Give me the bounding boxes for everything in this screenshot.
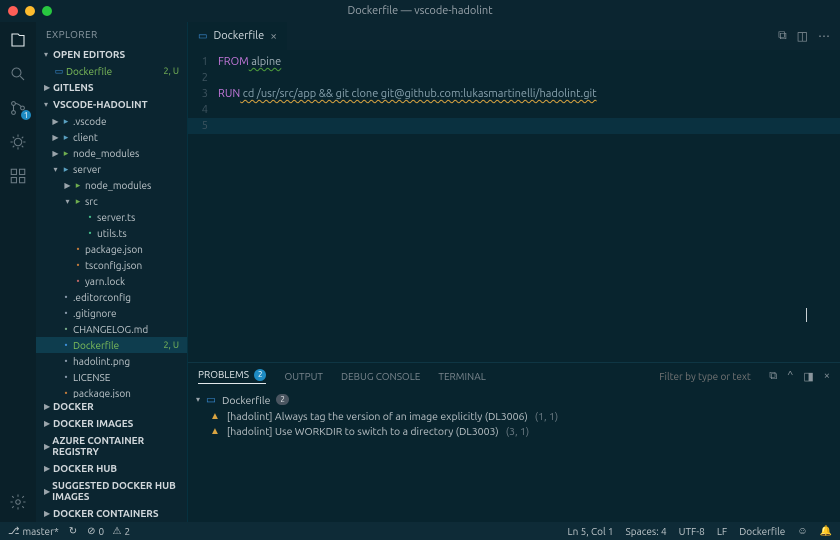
sidebar-title: EXPLORER: [36, 22, 187, 46]
tab-label: Dockerfile: [213, 30, 264, 42]
tree-folder[interactable]: ▾▸server: [36, 161, 187, 177]
settings-gear-icon[interactable]: [8, 492, 28, 512]
minimize-window-button[interactable]: [25, 6, 35, 16]
status-lncol[interactable]: Ln 5, Col 1: [568, 525, 614, 537]
status-feedback-icon[interactable]: ☺: [797, 525, 807, 537]
tree-file[interactable]: ▶•Dockerfile2, U: [36, 337, 187, 353]
panel-tab-debug[interactable]: DEBUG CONSOLE: [341, 371, 420, 382]
editor-area: ▭ Dockerfile × ⧉ ◫ ⋯ 1FROM alpine 2 3RUN…: [188, 22, 840, 522]
section-docker-images[interactable]: ▶DOCKER IMAGES: [36, 415, 187, 432]
open-editor-item[interactable]: ▭Dockerfile2, U: [36, 63, 187, 79]
tree-file[interactable]: ▶•package.json: [36, 241, 187, 257]
section-project[interactable]: ▾VSCODE-HADOLINT: [36, 96, 187, 113]
editor-tabs: ▭ Dockerfile × ⧉ ◫ ⋯: [188, 22, 840, 50]
status-problems[interactable]: ⊘0 ⚠2: [87, 525, 130, 537]
explorer-tab-icon[interactable]: [8, 30, 28, 50]
tree-file[interactable]: ▶•hadolint.png: [36, 353, 187, 369]
split-editor-icon[interactable]: ◫: [797, 29, 808, 43]
panel-tabs: PROBLEMS2 OUTPUT DEBUG CONSOLE TERMINAL …: [188, 363, 840, 389]
tree-folder[interactable]: ▶▸.vscode: [36, 113, 187, 129]
problems-list: ▾▭ Dockerfile2 ▲ [hadolint] Always tag t…: [188, 389, 840, 440]
panel-tab-output[interactable]: OUTPUT: [284, 371, 323, 382]
branch-icon: ⎇: [8, 525, 20, 537]
activity-bar: 1: [0, 22, 36, 522]
panel-tab-problems[interactable]: PROBLEMS2: [198, 369, 266, 384]
tree-folder[interactable]: ▾▸src: [36, 193, 187, 209]
window-controls: [8, 6, 52, 16]
tab-dockerfile[interactable]: ▭ Dockerfile ×: [188, 22, 288, 50]
close-tab-icon[interactable]: ×: [270, 30, 277, 43]
window-title: Dockerfile — vscode-hadolint: [347, 5, 492, 17]
tree-file[interactable]: ▶•server.ts: [36, 209, 187, 225]
tree-file[interactable]: ▶•tsconfig.json: [36, 257, 187, 273]
problem-item[interactable]: ▲ [hadolint] Use WORKDIR to switch to a …: [196, 423, 832, 438]
status-sync[interactable]: ↻: [69, 525, 77, 537]
section-gitlens[interactable]: ▶GITLENS: [36, 79, 187, 96]
tree-file[interactable]: ▶•yarn.lock: [36, 273, 187, 289]
problem-item[interactable]: ▲ [hadolint] Always tag the version of a…: [196, 408, 832, 423]
tree-folder[interactable]: ▶▸node_modules: [36, 145, 187, 161]
split-preview-icon[interactable]: ⧉: [778, 29, 787, 43]
panel-tab-terminal[interactable]: TERMINAL: [438, 371, 485, 382]
section-docker[interactable]: ▶DOCKER: [36, 398, 187, 415]
bottom-panel: PROBLEMS2 OUTPUT DEBUG CONSOLE TERMINAL …: [188, 362, 840, 522]
warning-icon: ▲: [210, 425, 220, 437]
extensions-tab-icon[interactable]: [8, 166, 28, 186]
problems-filter-input[interactable]: [659, 371, 759, 382]
tab-actions: ⧉ ◫ ⋯: [778, 22, 840, 50]
status-spaces[interactable]: Spaces: 4: [626, 525, 667, 537]
code-editor[interactable]: 1FROM alpine 2 3RUN cd /usr/src/app && g…: [188, 50, 840, 362]
error-icon: ⊘: [87, 525, 95, 537]
status-encoding[interactable]: UTF-8: [679, 525, 705, 537]
tree-file[interactable]: ▶•.editorconfig: [36, 289, 187, 305]
problems-file[interactable]: ▾▭ Dockerfile2: [196, 391, 832, 408]
file-tree: ▶▸.vscode▶▸client▶▸node_modules▾▸server▶…: [36, 113, 187, 398]
more-actions-icon[interactable]: ⋯: [818, 29, 830, 43]
sidebar: EXPLORER ▾OPEN EDITORS ▭Dockerfile2, U ▶…: [36, 22, 188, 522]
scm-tab-icon[interactable]: 1: [8, 98, 28, 118]
section-docker-hub[interactable]: ▶DOCKER HUB: [36, 460, 187, 477]
tree-file[interactable]: ▶•CHANGELOG.md: [36, 321, 187, 337]
status-eol[interactable]: LF: [717, 525, 727, 537]
tree-folder[interactable]: ▶▸client: [36, 129, 187, 145]
status-language[interactable]: Dockerfile: [739, 525, 785, 537]
section-containers[interactable]: ▶DOCKER CONTAINERS: [36, 505, 187, 522]
dock-side-icon[interactable]: ◨: [803, 370, 813, 383]
search-tab-icon[interactable]: [8, 64, 28, 84]
collapse-all-icon[interactable]: ⧉: [769, 370, 777, 383]
tree-folder[interactable]: ▶▸node_modules: [36, 177, 187, 193]
warning-icon: ⚠: [112, 525, 121, 537]
section-suggested[interactable]: ▶SUGGESTED DOCKER HUB IMAGES: [36, 477, 187, 505]
close-panel-icon[interactable]: ×: [824, 370, 830, 382]
docker-icon: ▭: [198, 30, 207, 42]
title-bar: Dockerfile — vscode-hadolint: [0, 0, 840, 22]
tree-file[interactable]: ▶•utils.ts: [36, 225, 187, 241]
warning-icon: ▲: [210, 410, 220, 422]
docker-icon: ▭: [206, 393, 216, 406]
expand-panel-icon[interactable]: ^: [787, 370, 793, 382]
debug-tab-icon[interactable]: [8, 132, 28, 152]
close-window-button[interactable]: [8, 6, 18, 16]
status-bar: ⎇master* ↻ ⊘0 ⚠2 Ln 5, Col 1 Spaces: 4 U…: [0, 522, 840, 540]
tree-file[interactable]: ▶•package.json: [36, 385, 187, 398]
status-bell-icon[interactable]: 🔔: [820, 525, 832, 537]
section-open-editors[interactable]: ▾OPEN EDITORS: [36, 46, 187, 63]
section-acr[interactable]: ▶AZURE CONTAINER REGISTRY: [36, 432, 187, 460]
tree-file[interactable]: ▶•.gitignore: [36, 305, 187, 321]
status-branch[interactable]: ⎇master*: [8, 525, 59, 537]
text-cursor: [806, 308, 807, 322]
maximize-window-button[interactable]: [42, 6, 52, 16]
tree-file[interactable]: ▶•LICENSE: [36, 369, 187, 385]
scm-badge: 1: [21, 110, 31, 120]
